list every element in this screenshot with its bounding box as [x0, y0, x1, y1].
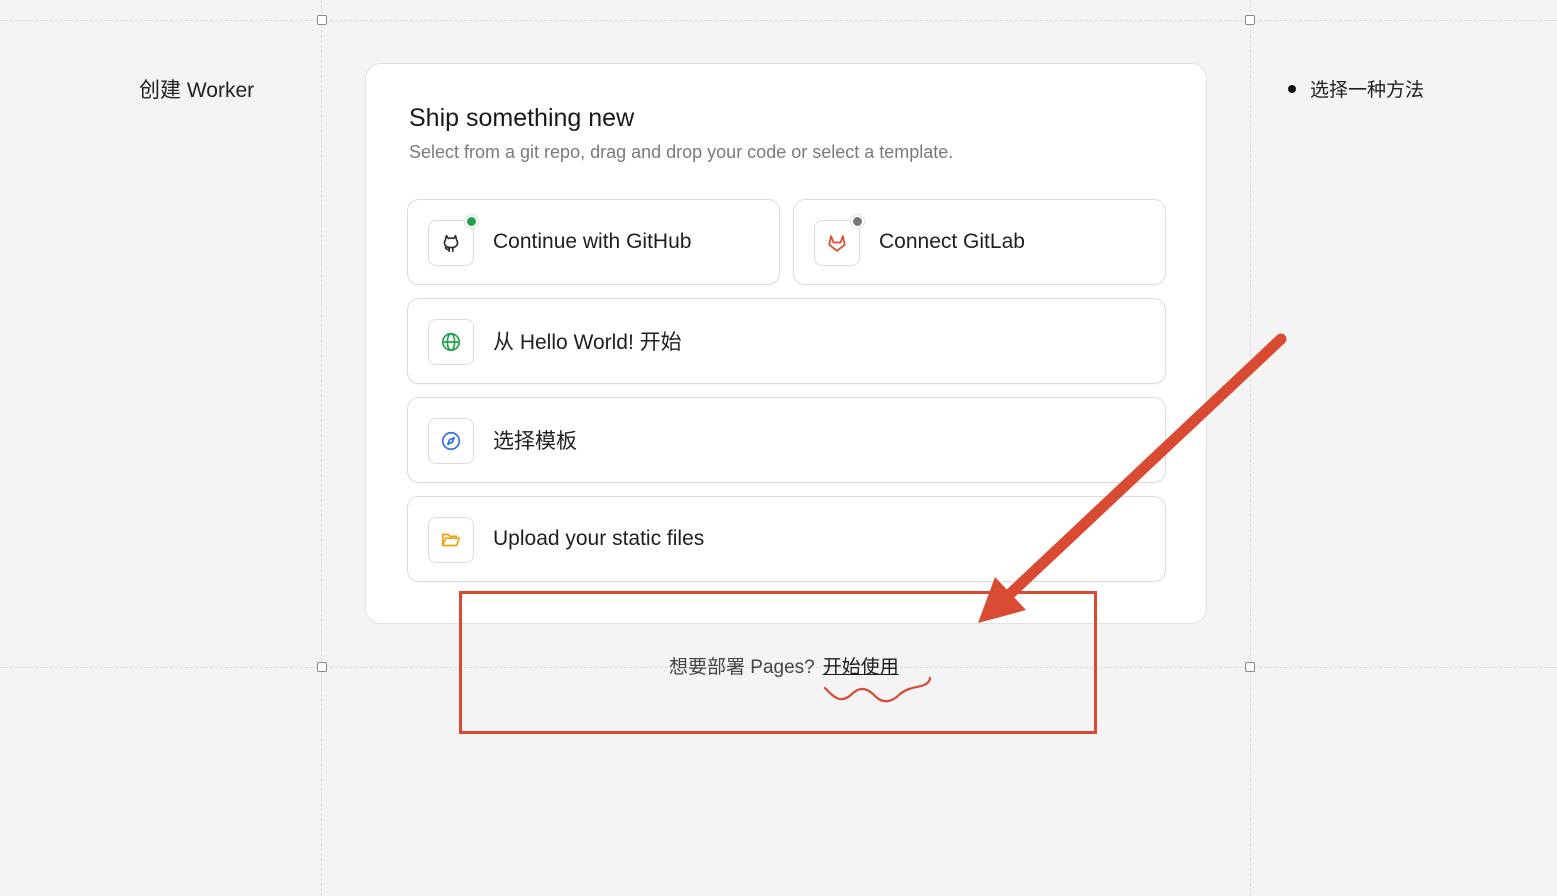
annotation-squiggle-underline — [823, 676, 932, 703]
annotation-overlay — [823, 333, 1287, 703]
annotation-arrow-shaft — [1004, 333, 1287, 600]
